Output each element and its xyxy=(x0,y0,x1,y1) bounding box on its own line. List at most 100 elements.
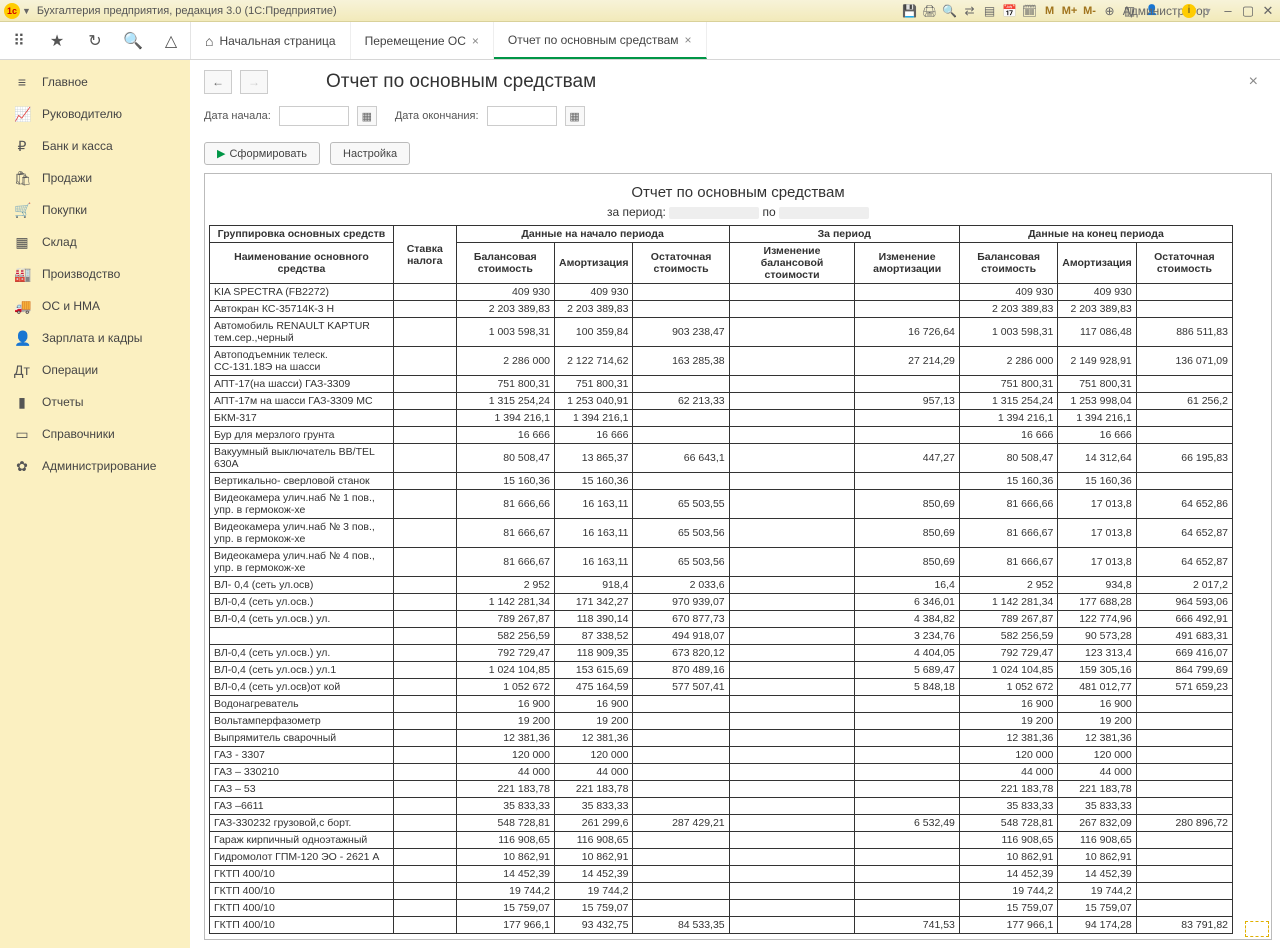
table-row: Бур для мерзлого грунта16 66616 66616 66… xyxy=(210,427,1233,444)
table-row: ВЛ-0,4 (сеть ул.осв)от кой1 052 672475 1… xyxy=(210,679,1233,696)
date-start-cal-icon[interactable]: ▦ xyxy=(357,106,377,126)
user-label[interactable]: 👤 Администратор xyxy=(1142,3,1178,19)
sidebar-item[interactable]: ✿Администрирование xyxy=(0,450,190,482)
sidebar-label: Банк и касса xyxy=(42,139,113,153)
table-row: Видеокамера улич.наб № 3 пов., упр. в ге… xyxy=(210,519,1233,548)
m-plus-icon[interactable]: M+ xyxy=(1062,3,1078,19)
table-row: Автоподъемник телеск. СС-131.18Э на шасс… xyxy=(210,347,1233,376)
nav-forward-button[interactable]: → xyxy=(240,70,268,94)
sidebar-label: Зарплата и кадры xyxy=(42,331,142,345)
table-row: АПТ-17м на шасси ГАЗ-3309 МС1 315 254,24… xyxy=(210,393,1233,410)
table-row: ГКТП 400/10177 966,193 432,7584 533,3574… xyxy=(210,917,1233,934)
date-end-cal-icon[interactable]: ▦ xyxy=(565,106,585,126)
sidebar-icon: 🛍 xyxy=(14,170,30,187)
sidebar-label: Покупки xyxy=(42,203,87,217)
date-end-input[interactable] xyxy=(487,106,557,126)
calc-icon[interactable]: ▤ xyxy=(982,3,998,19)
table-row: Вакуумный выключатель BB/TEL 630А80 508,… xyxy=(210,444,1233,473)
bell-icon[interactable]: △ xyxy=(152,22,190,60)
save-icon[interactable]: 💾 xyxy=(902,3,918,19)
app-menu-dropdown[interactable]: ▼ xyxy=(22,6,31,16)
table-row: ГАЗ – 53221 183,78221 183,78221 183,7822… xyxy=(210,781,1233,798)
sidebar-item[interactable]: 📈Руководителю xyxy=(0,98,190,130)
sidebar-label: Склад xyxy=(42,235,77,249)
nav-back-button[interactable]: ← xyxy=(204,70,232,94)
sidebar-label: Справочники xyxy=(42,427,115,441)
app-logo-icon: 1c xyxy=(4,3,20,19)
preview-icon[interactable]: 🔍 xyxy=(942,3,958,19)
play-icon: ▶ xyxy=(217,147,225,160)
calendar-icon[interactable]: 📅 xyxy=(1002,3,1018,19)
table-row: ГАЗ - 3307120 000120 000120 000120 000 xyxy=(210,747,1233,764)
sidebar-item[interactable]: Дт Операции xyxy=(0,354,190,386)
table-row: ВЛ-0,4 (сеть ул.осв.) ул.792 729,47118 9… xyxy=(210,645,1233,662)
table-row: 582 256,5987 338,52494 918,073 234,76582… xyxy=(210,628,1233,645)
history-icon[interactable]: ↻ xyxy=(76,22,114,60)
sidebar-item[interactable]: 🚚ОС и НМА xyxy=(0,290,190,322)
table-row: Выпрямитель сварочный12 381,3612 381,361… xyxy=(210,730,1233,747)
close-window-icon[interactable]: ✕ xyxy=(1260,3,1276,19)
table-row: ГАЗ – 33021044 00044 00044 00044 000 xyxy=(210,764,1233,781)
report-table: Группировка основных средств Ставка нало… xyxy=(209,225,1233,934)
date-end-label: Дата окончания: xyxy=(395,110,479,122)
close-tab-icon[interactable]: × xyxy=(472,34,479,48)
sidebar-label: Продажи xyxy=(42,171,92,185)
sidebar-label: Операции xyxy=(42,363,98,377)
sidebar-item[interactable]: 🛒Покупки xyxy=(0,194,190,226)
table-row: ГКТП 400/1019 744,219 744,219 744,219 74… xyxy=(210,883,1233,900)
print-icon[interactable]: 🖨 xyxy=(922,3,938,19)
table-row: ВЛ- 0,4 (сеть ул.осв)2 952918,42 033,616… xyxy=(210,577,1233,594)
close-page-icon[interactable]: × xyxy=(1249,73,1266,91)
sidebar-label: Производство xyxy=(42,267,120,281)
home-icon: ⌂ xyxy=(205,33,213,49)
sidebar-icon: Дт xyxy=(14,362,30,378)
page-title: Отчет по основным средствам xyxy=(326,71,596,93)
sidebar-item[interactable]: ▭ Справочники xyxy=(0,418,190,450)
m-icon[interactable]: M xyxy=(1042,3,1058,19)
table-row: ГАЗ-330232 грузовой,с борт.548 728,81261… xyxy=(210,815,1233,832)
minimize-icon[interactable]: – xyxy=(1220,3,1236,19)
maximize-icon[interactable]: ▢ xyxy=(1240,3,1256,19)
date-start-label: Дата начала: xyxy=(204,110,271,122)
table-row: ГКТП 400/1015 759,0715 759,0715 759,0715… xyxy=(210,900,1233,917)
settings-button[interactable]: Настройка xyxy=(330,142,410,165)
table-row: Автокран КС-35714К-3 Н2 203 389,832 203 … xyxy=(210,301,1233,318)
m-minus-icon[interactable]: M- xyxy=(1082,3,1098,19)
close-tab-icon[interactable]: × xyxy=(685,33,692,47)
sidebar-icon: ▦ xyxy=(14,234,30,251)
apps-grid-icon[interactable]: ⠿ xyxy=(0,22,38,60)
date-start-input[interactable] xyxy=(279,106,349,126)
sidebar-icon: ▮ xyxy=(14,394,30,411)
generate-button[interactable]: ▶Сформировать xyxy=(204,142,320,165)
schedule-icon[interactable]: 🗓 xyxy=(1022,3,1038,19)
info-icon[interactable]: i xyxy=(1182,4,1196,18)
tab-move-os[interactable]: Перемещение ОС× xyxy=(351,22,494,59)
tab-report-os[interactable]: Отчет по основным средствам× xyxy=(494,22,707,59)
favorite-icon[interactable]: ★ xyxy=(38,22,76,60)
table-row: ВЛ-0,4 (сеть ул.осв.) ул.11 024 104,8515… xyxy=(210,662,1233,679)
table-row: АПТ-17(на шасси) ГАЗ-3309751 800,31751 8… xyxy=(210,376,1233,393)
table-row: KIA SPECTRA (FB2272)409 930409 930409 93… xyxy=(210,284,1233,301)
sidebar-item[interactable]: ▮Отчеты xyxy=(0,386,190,418)
sidebar-icon: ≡ xyxy=(14,74,30,90)
sidebar-icon: 🚚 xyxy=(14,298,30,315)
compare-icon[interactable]: ⇄ xyxy=(962,3,978,19)
zoom-in-icon[interactable]: ⊕ xyxy=(1102,3,1118,19)
sidebar-icon: ▭ xyxy=(14,426,30,443)
sidebar-icon: 🏭 xyxy=(14,266,30,283)
sidebar-item[interactable]: ≡Главное xyxy=(0,66,190,98)
sidebar-label: Администрирование xyxy=(42,459,156,473)
sidebar-item[interactable]: 🛍 Продажи xyxy=(0,162,190,194)
table-row: БКМ-3171 394 216,11 394 216,11 394 216,1… xyxy=(210,410,1233,427)
search-icon[interactable]: 🔍 xyxy=(114,22,152,60)
sidebar-item[interactable]: 🏭 Производство xyxy=(0,258,190,290)
sidebar-item[interactable]: ▦ Склад xyxy=(0,226,190,258)
report-period: за период: по xyxy=(205,205,1271,219)
info-dd-icon[interactable]: ▼ xyxy=(1200,3,1216,19)
table-row: Вольтамперфазометр19 20019 20019 20019 2… xyxy=(210,713,1233,730)
sidebar-item[interactable]: 👤Зарплата и кадры xyxy=(0,322,190,354)
resize-handle[interactable] xyxy=(1245,921,1269,937)
tab-home[interactable]: ⌂Начальная страница xyxy=(191,22,351,59)
sidebar-icon: ₽ xyxy=(14,138,30,155)
sidebar-item[interactable]: ₽ Банк и касса xyxy=(0,130,190,162)
